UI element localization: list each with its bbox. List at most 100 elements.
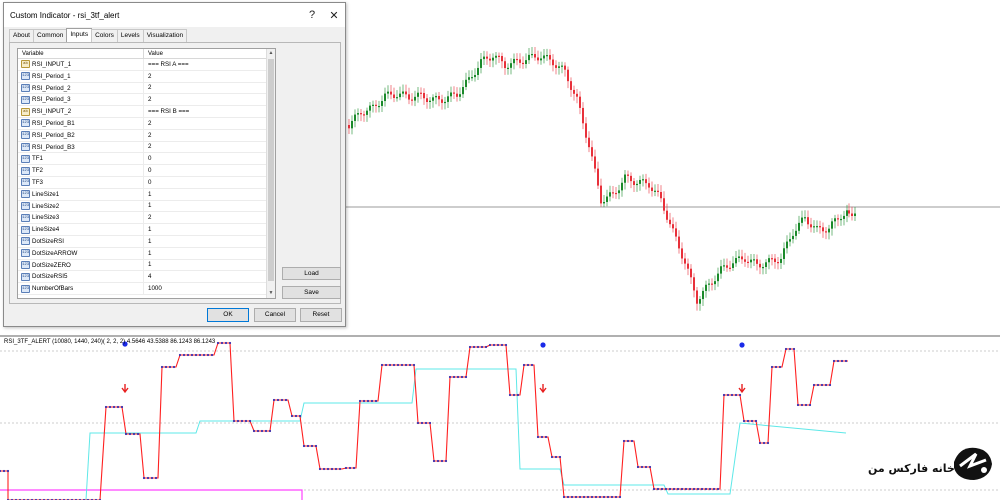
header-value[interactable]: Value — [144, 49, 163, 58]
input-value[interactable]: 0 — [144, 167, 151, 174]
watermark-logo-icon — [954, 447, 992, 480]
indicator-chart[interactable] — [0, 337, 1000, 500]
help-button[interactable]: ? — [301, 9, 323, 21]
input-value[interactable]: 2 — [144, 132, 151, 139]
input-row-rsi-period-2[interactable]: 123 RSI_Period_2 2 — [18, 82, 275, 95]
candle-body — [450, 92, 452, 97]
input-row-linesize2[interactable]: 123 LineSize2 1 — [18, 200, 275, 213]
rsi-dot — [500, 343, 504, 347]
input-value[interactable]: 0 — [144, 155, 151, 162]
input-row-dotsizearrow[interactable]: 123 DotSizeARROW 1 — [18, 247, 275, 260]
header-variable[interactable]: Variable — [18, 49, 144, 58]
input-value[interactable]: 2 — [144, 84, 151, 91]
input-value[interactable]: 2 — [144, 96, 151, 103]
cancel-button[interactable]: Cancel — [254, 308, 296, 322]
input-row-rsi-period-b2[interactable]: 123 RSI_Period_B2 2 — [18, 129, 275, 142]
candle-body — [489, 58, 491, 61]
rsi-dot — [586, 495, 590, 499]
tab-levels[interactable]: Levels — [116, 29, 144, 42]
tab-about[interactable]: About — [9, 29, 34, 42]
candle-body — [363, 114, 365, 116]
rsi-dot — [750, 419, 754, 423]
candle-body — [471, 77, 473, 79]
scroll-up-icon[interactable]: ▲ — [267, 49, 275, 58]
dialog-titlebar[interactable]: Custom Indicator - rsi_3tf_alert ? ✕ — [4, 3, 345, 27]
candle-body — [492, 57, 494, 61]
custom-indicator-dialog[interactable]: Custom Indicator - rsi_3tf_alert ? ✕ Abo… — [3, 2, 346, 327]
ok-button[interactable]: OK — [207, 308, 249, 322]
candle-body — [702, 290, 704, 300]
candle-body — [648, 183, 650, 188]
candle-body — [414, 96, 416, 101]
input-row-rsi-input-1[interactable]: ab RSI_INPUT_1 === RSI A === — [18, 59, 275, 71]
input-value[interactable]: 1 — [144, 202, 151, 209]
input-row-tf3[interactable]: 123 TF3 0 — [18, 176, 275, 189]
input-value[interactable]: 2 — [144, 73, 151, 80]
candle-body — [426, 98, 428, 102]
candle-body — [837, 218, 839, 220]
rsi-dot — [758, 441, 762, 445]
scroll-down-icon[interactable]: ▼ — [267, 289, 275, 298]
input-variable-name: DotSizeRSI5 — [32, 271, 144, 283]
input-row-linesize3[interactable]: 123 LineSize3 2 — [18, 212, 275, 225]
integer-type-icon: 123 — [21, 166, 30, 175]
candle-body — [687, 263, 689, 269]
input-row-tf1[interactable]: 123 TF1 0 — [18, 153, 275, 166]
candle-body — [369, 105, 371, 111]
load-button[interactable]: Load — [282, 267, 341, 280]
candle-body — [357, 113, 359, 115]
input-row-linesize4[interactable]: 123 LineSize4 1 — [18, 224, 275, 236]
candle-body — [663, 198, 665, 211]
rsi-dot — [224, 341, 228, 345]
input-value[interactable]: 1 — [144, 261, 151, 268]
input-value[interactable]: 2 — [144, 214, 151, 221]
rsi-dot — [708, 487, 712, 491]
rsi-dot — [680, 487, 684, 491]
save-button[interactable]: Save — [282, 286, 341, 299]
input-value[interactable]: 1 — [144, 191, 151, 198]
input-row-linesize1[interactable]: 123 LineSize1 1 — [18, 188, 275, 201]
input-value[interactable]: === RSI B === — [144, 108, 189, 115]
input-row-tf2[interactable]: 123 TF2 0 — [18, 165, 275, 177]
candle-body — [795, 230, 797, 236]
close-button[interactable]: ✕ — [323, 9, 345, 22]
candle-body — [822, 227, 824, 232]
input-row-rsi-period-1[interactable]: 123 RSI_Period_1 2 — [18, 70, 275, 83]
input-value[interactable]: 2 — [144, 143, 151, 150]
input-value[interactable]: 1000 — [144, 285, 162, 292]
input-row-rsi-period-3[interactable]: 123 RSI_Period_3 2 — [18, 94, 275, 107]
input-row-dotsizersi[interactable]: 123 DotSizeRSI 1 — [18, 235, 275, 248]
rsi-step-line — [0, 342, 848, 500]
input-variable-name: RSI_Period_B1 — [32, 117, 144, 129]
candle-body — [645, 179, 647, 184]
input-value[interactable]: 4 — [144, 273, 151, 280]
rsi-dot — [456, 375, 460, 379]
input-row-numberofbars[interactable]: 123 NumberOfBars 1000 — [18, 283, 275, 295]
candle-body — [579, 96, 581, 108]
rsi-dot — [800, 403, 804, 407]
input-value[interactable]: 1 — [144, 250, 151, 257]
input-row-dotsizersi5[interactable]: 123 DotSizeRSI5 4 — [18, 271, 275, 284]
candle-body — [519, 59, 521, 63]
input-row-rsi-period-b1[interactable]: 123 RSI_Period_B1 2 — [18, 117, 275, 130]
tab-visualization[interactable]: Visualization — [142, 29, 188, 42]
reset-button[interactable]: Reset — [300, 308, 342, 322]
input-row-rsi-period-b3[interactable]: 123 RSI_Period_B3 2 — [18, 141, 275, 154]
tab-common[interactable]: Common — [33, 29, 68, 42]
input-value[interactable]: === RSI A === — [144, 61, 189, 68]
inputs-grid[interactable]: Variable Value ab RSI_INPUT_1 === RSI A ==… — [17, 48, 276, 299]
input-row-rsi-input-2[interactable]: ab RSI_INPUT_2 === RSI B === — [18, 106, 275, 118]
input-value[interactable]: 1 — [144, 238, 151, 245]
input-value[interactable]: 1 — [144, 226, 151, 233]
candle-body — [630, 175, 632, 182]
candle-body — [453, 92, 455, 94]
scroll-thumb[interactable] — [268, 59, 274, 281]
tab-inputs[interactable]: Inputs — [66, 28, 93, 42]
rsi-dot — [464, 375, 468, 379]
grid-scrollbar[interactable]: ▲ ▼ — [266, 49, 275, 298]
input-row-dotsizezero[interactable]: 123 DotSizeZERO 1 — [18, 259, 275, 272]
rsi-dot — [832, 359, 836, 363]
input-value[interactable]: 2 — [144, 120, 151, 127]
tab-colors[interactable]: Colors — [91, 29, 118, 42]
input-value[interactable]: 0 — [144, 179, 151, 186]
